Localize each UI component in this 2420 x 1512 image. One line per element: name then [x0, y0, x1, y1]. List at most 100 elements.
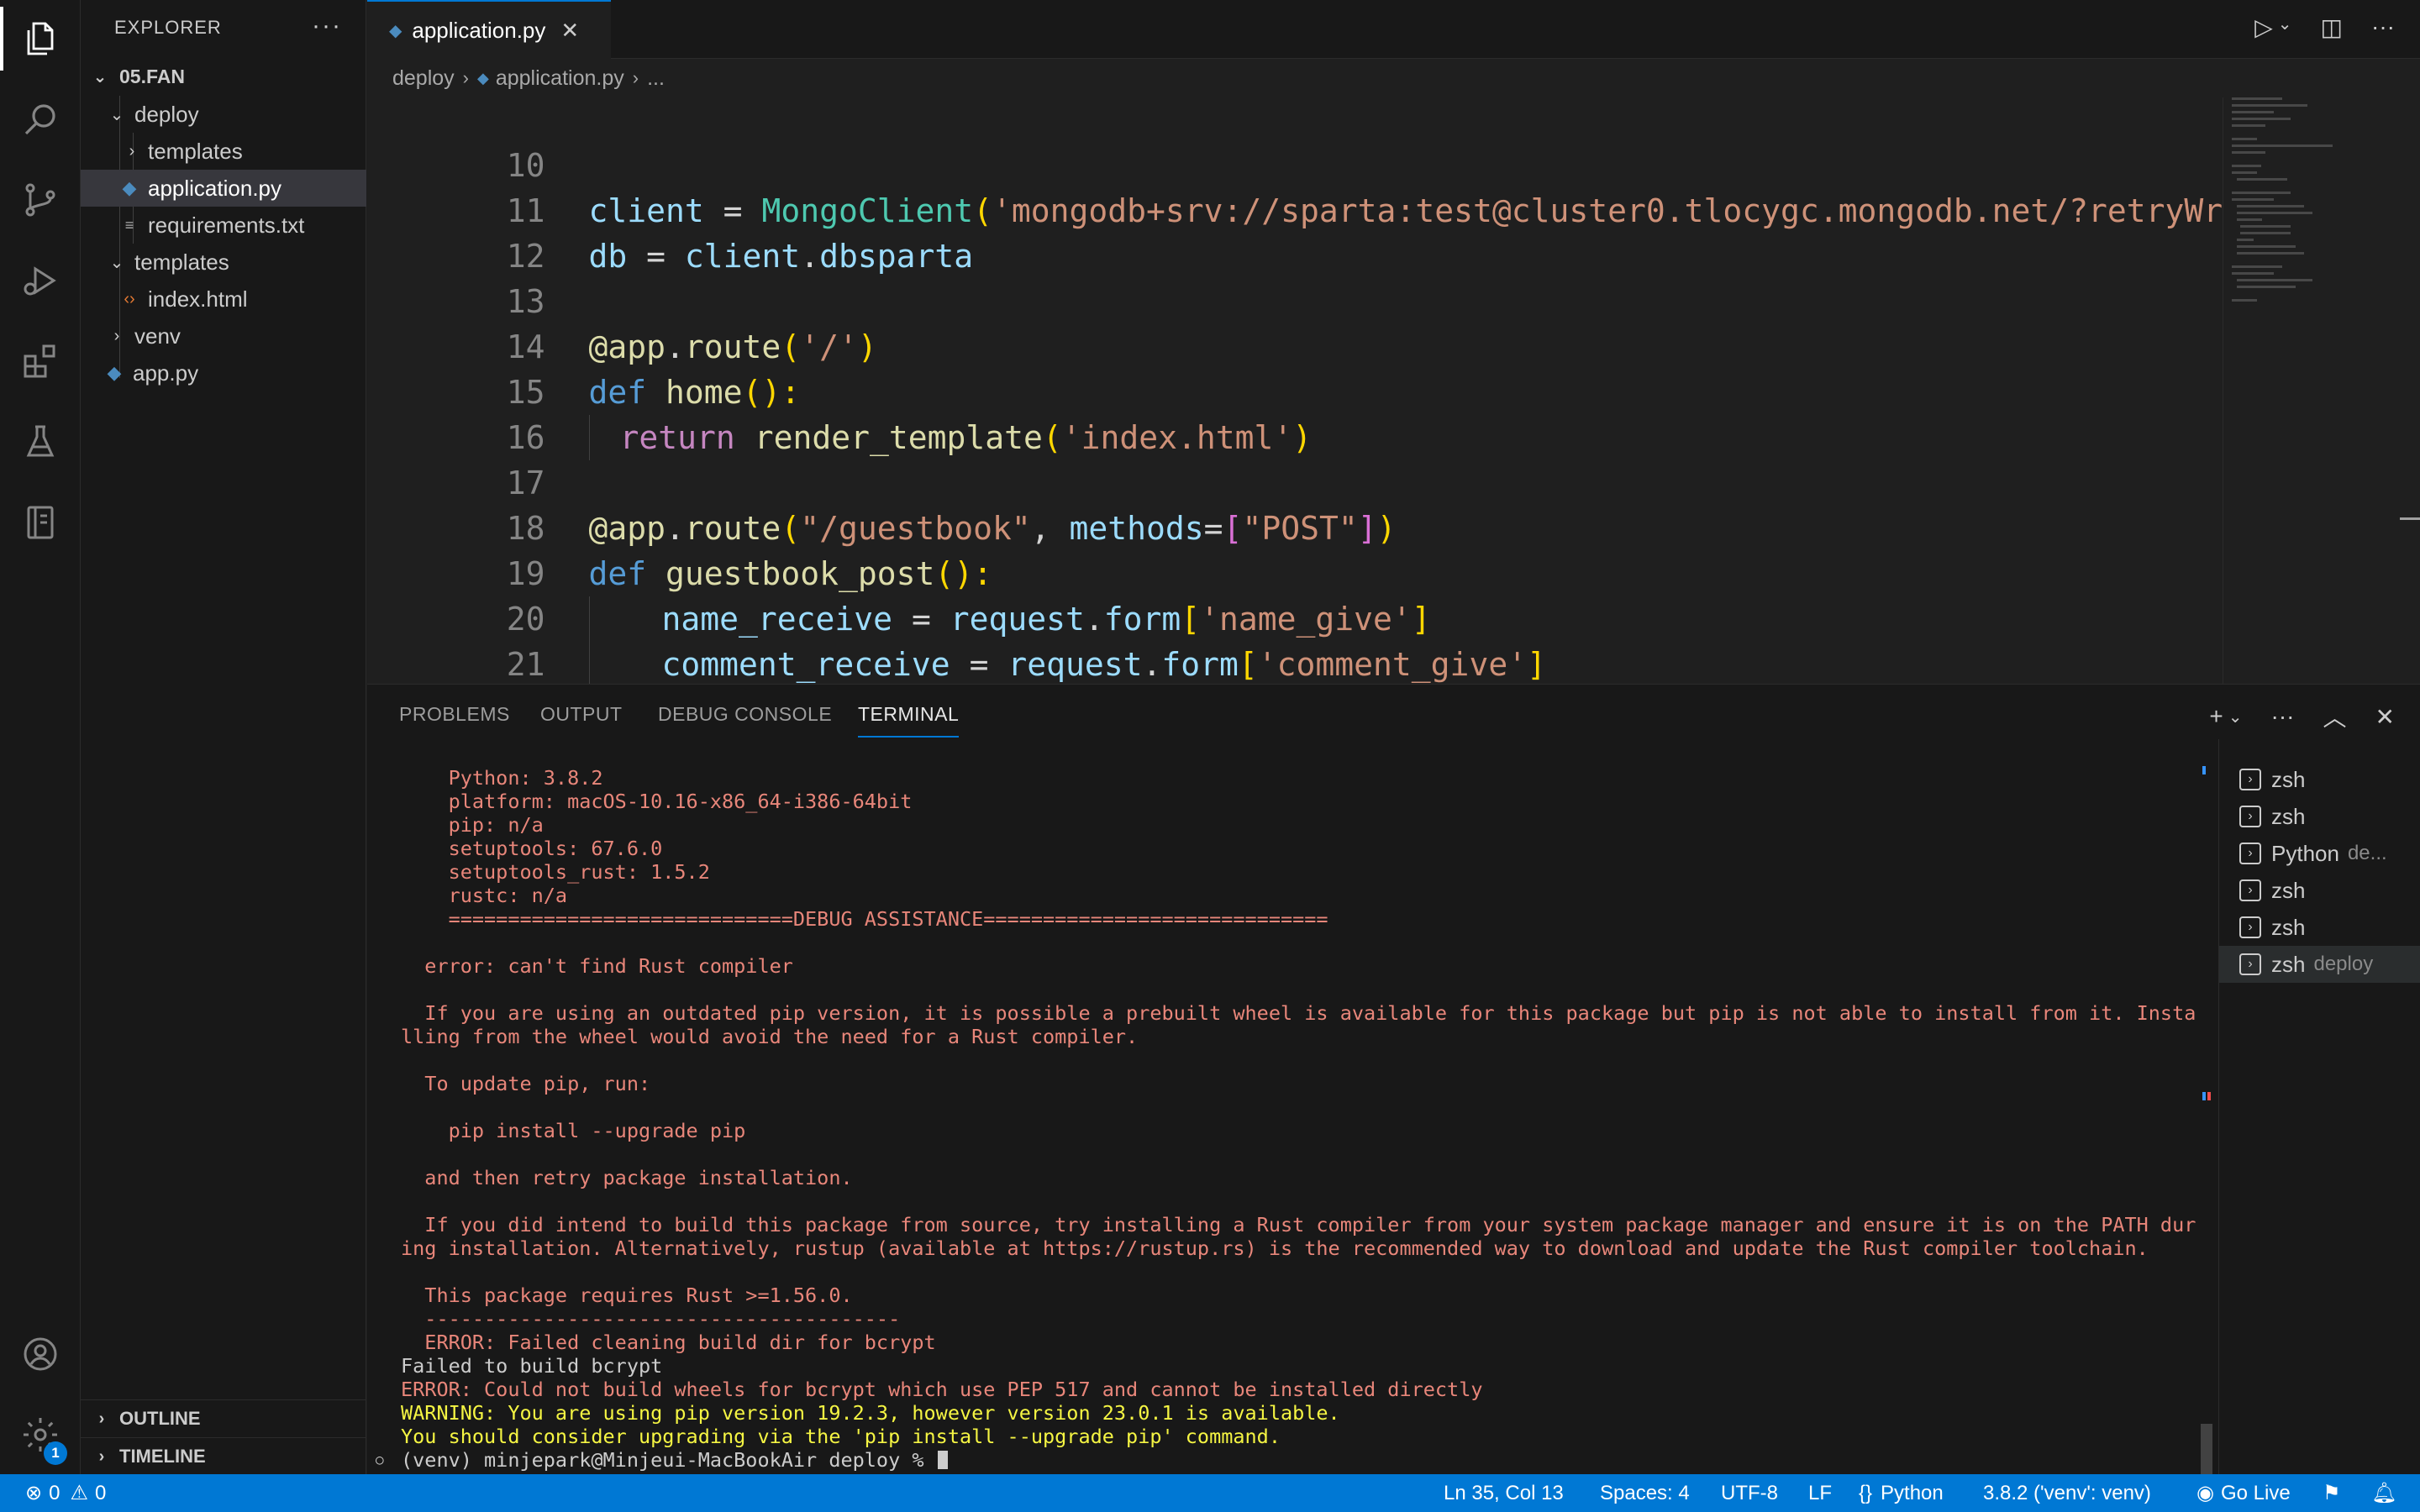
code-line: 10 — [367, 97, 2216, 184]
new-terminal-icon[interactable]: + — [2209, 703, 2223, 730]
tree-folder-templates[interactable]: › templates — [81, 133, 366, 170]
tree-file-requirements[interactable]: ≡ requirements.txt — [81, 207, 366, 244]
breadcrumb-folder[interactable]: deploy — [392, 66, 455, 91]
chevron-down-icon[interactable]: ⌄ — [2228, 706, 2243, 727]
terminal-name: zsh — [2271, 766, 2306, 792]
breadcrumb: deploy › ◆ application.py › ... — [367, 59, 2420, 97]
terminal-line: pip install --upgrade pip — [401, 1119, 746, 1142]
python-file-icon: ◆ — [122, 177, 137, 198]
split-editor-icon[interactable]: ◫ — [2321, 13, 2343, 41]
terminal-name: zsh — [2271, 803, 2306, 829]
bell-icon[interactable]: 🔔︎ — [2371, 1474, 2396, 1512]
tree-item-label: requirements.txt — [148, 212, 305, 238]
indentation[interactable]: Spaces: 4 — [1600, 1474, 1690, 1512]
scrollbar-thumb[interactable] — [2201, 1424, 2212, 1474]
go-live[interactable]: ◉ Go Live — [2196, 1474, 2291, 1512]
error-icon: ⊗ — [25, 1482, 43, 1504]
terminal-instance[interactable]: › zsh — [2219, 872, 2420, 909]
terminal-list: › zsh › zsh › Python de... › zsh › zsh › zsh deploy — [2218, 739, 2420, 1474]
terminal-instance[interactable]: › Python de... — [2219, 835, 2420, 872]
terminal-line: error: can't find Rust compiler — [401, 954, 793, 978]
warning-icon: ⚠ — [70, 1482, 88, 1504]
terminal-icon: › — [2239, 916, 2261, 938]
braces-icon: {} — [1859, 1481, 1873, 1504]
tree-item-label: application.py — [148, 175, 281, 201]
tree-folder-deploy[interactable]: ⌄ deploy — [81, 96, 366, 133]
encoding[interactable]: UTF-8 — [1721, 1474, 1778, 1512]
tree-file-app-py[interactable]: ◆ app.py — [81, 354, 366, 391]
language-mode[interactable]: {} Python — [1859, 1474, 1944, 1512]
code-line: 14 @app.route('/') — [367, 279, 2216, 365]
terminal-output[interactable]: Python: 3.8.2 platform: macOS-10.16-x86_… — [367, 756, 2207, 1474]
chevron-right-icon: › — [129, 141, 135, 160]
minimap[interactable] — [2223, 97, 2399, 684]
maximize-panel-icon[interactable]: ︿ — [2323, 700, 2347, 733]
terminal-instance[interactable]: › zsh — [2219, 798, 2420, 835]
terminal-cursor — [938, 1451, 948, 1469]
more-actions-icon[interactable]: ··· — [2371, 13, 2395, 41]
terminal-icon: › — [2239, 953, 2261, 975]
testing-icon[interactable] — [0, 403, 81, 480]
html-file-icon: ‹› — [124, 289, 135, 308]
python-interpreter[interactable]: 3.8.2 ('venv': venv) — [1983, 1474, 2151, 1512]
chevron-down-icon[interactable]: ⌄ — [2278, 13, 2292, 41]
tree-item-label: venv — [134, 323, 181, 349]
close-panel-icon[interactable]: ✕ — [2375, 703, 2395, 731]
tree-folder-templates-root[interactable]: ⌄ templates — [81, 244, 366, 281]
terminal-instance[interactable]: › zsh — [2219, 761, 2420, 798]
python-file-icon: ◆ — [107, 362, 122, 383]
tree-file-application-py[interactable]: ◆ application.py — [81, 170, 366, 207]
tab-problems[interactable]: PROBLEMS — [399, 703, 510, 726]
terminal-name: zsh — [2271, 877, 2306, 903]
python-file-icon: ◆ — [389, 21, 402, 40]
run-debug-icon[interactable] — [0, 242, 81, 319]
editor-tab-bar: ◆ application.py ✕ ▷ ⌄ ◫ ··· — [367, 0, 2420, 59]
broadcast-icon: ◉ — [2196, 1482, 2214, 1504]
editor-scrollbar[interactable] — [2400, 97, 2420, 684]
settings-gear-icon[interactable]: 1 — [0, 1396, 81, 1473]
terminal-instance[interactable]: › zsh deploy — [2219, 946, 2420, 983]
terminal-scrollbar[interactable] — [2199, 756, 2216, 1474]
timeline-section[interactable]: › TIMELINE — [81, 1437, 366, 1475]
cursor-position[interactable]: Ln 35, Col 13 — [1444, 1474, 1564, 1512]
run-icon[interactable]: ▷ — [2254, 13, 2273, 41]
notebook-icon[interactable] — [0, 484, 81, 561]
explorer-icon[interactable] — [0, 0, 81, 77]
tree-item-label: templates — [148, 138, 243, 164]
terminal-name: zsh — [2271, 951, 2306, 977]
breadcrumb-file[interactable]: application.py — [496, 66, 624, 91]
more-actions-icon[interactable]: ··· — [2271, 703, 2295, 730]
terminal-line: setuptools: 67.6.0 — [401, 837, 663, 860]
python-file-icon: ◆ — [477, 69, 489, 87]
account-icon[interactable] — [0, 1315, 81, 1393]
end-of-line[interactable]: LF — [1808, 1474, 1832, 1512]
terminal-line: To update pip, run: — [401, 1072, 651, 1095]
tab-output[interactable]: OUTPUT — [540, 703, 623, 726]
terminal-instance[interactable]: › zsh — [2219, 909, 2420, 946]
tree-folder-venv[interactable]: › venv — [81, 318, 366, 354]
tab-debug-console[interactable]: DEBUG CONSOLE — [658, 703, 832, 726]
terminal-name: Python — [2271, 840, 2339, 866]
code-line: 15 def home(): — [367, 324, 2216, 411]
tree-item-label: app.py — [133, 360, 199, 386]
extensions-icon[interactable] — [0, 323, 81, 400]
code-editor[interactable]: 10 11 client = MongoClient('mongodb+srv:/… — [367, 97, 2420, 684]
tree-item-label: deploy — [134, 101, 199, 127]
tab-close-icon[interactable]: ✕ — [560, 18, 579, 44]
outline-section[interactable]: › OUTLINE — [81, 1399, 366, 1437]
breadcrumb-more[interactable]: ... — [647, 66, 665, 91]
tab-application-py[interactable]: ◆ application.py ✕ — [367, 0, 611, 59]
source-control-icon[interactable] — [0, 161, 81, 239]
tree-root-folder[interactable]: ⌄ 05.FAN — [81, 58, 366, 95]
settings-badge: 1 — [44, 1441, 67, 1465]
feedback-icon[interactable]: ⚑ — [2323, 1474, 2341, 1512]
code-line: 21 comment_receive = request.form['commen… — [367, 596, 2216, 684]
chevron-right-icon: › — [98, 1446, 105, 1466]
code-line: 11 client = MongoClient('mongodb+srv://sp… — [367, 143, 2396, 229]
explorer-more-icon[interactable]: ··· — [312, 12, 342, 40]
tab-terminal[interactable]: TERMINAL — [858, 703, 960, 738]
tree-file-index-html[interactable]: ‹› index.html — [81, 281, 366, 318]
search-icon[interactable] — [0, 81, 81, 158]
terminal-line: (venv) minjepark@Minjeui-MacBookAir depl… — [401, 1448, 936, 1472]
problems-status[interactable]: ⊗ 0 ⚠ 0 — [25, 1474, 106, 1512]
